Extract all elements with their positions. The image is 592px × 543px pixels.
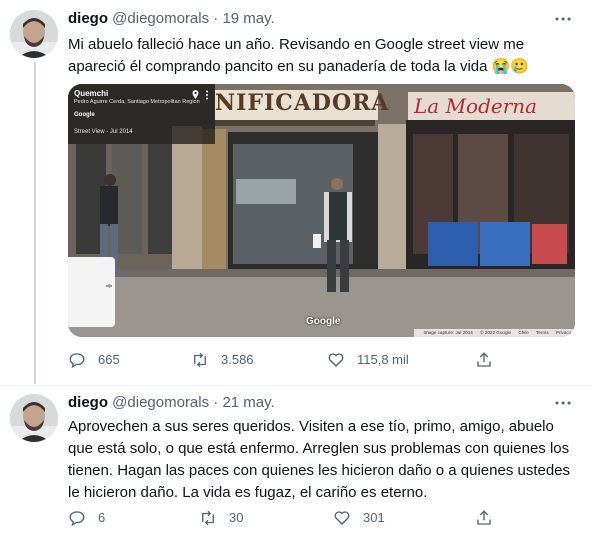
tweet-text: Mi abuelo falleció hace un año. Revisand… xyxy=(68,34,576,78)
retweet-button[interactable]: 3.586 xyxy=(191,350,254,370)
share-upload-icon xyxy=(477,352,491,367)
tweet-header: diego @diegomorals · 19 may. xyxy=(68,9,275,29)
location-pin-icon xyxy=(192,90,199,99)
retweet-button[interactable]: 30 xyxy=(199,508,243,528)
tweet[interactable]: diego @diegomorals · 19 may. Mi abuelo f… xyxy=(0,0,592,385)
more-dots-icon[interactable] xyxy=(554,394,572,412)
emoji-crying-smiling: 😭🥲 xyxy=(491,58,529,75)
credit-country: Chile xyxy=(518,330,529,335)
display-name[interactable]: diego xyxy=(68,10,108,27)
street-view-minimap: ◂ xyxy=(68,257,115,327)
comment-bubble-icon xyxy=(69,353,85,369)
retweet-arrows-icon xyxy=(202,510,214,526)
like-button[interactable]: 115,8 mil xyxy=(327,350,409,370)
heart-outline-icon xyxy=(334,511,350,525)
tweet-body: Mi abuelo falleció hace un año. Revisand… xyxy=(68,36,525,75)
like-count: 115,8 mil xyxy=(357,352,409,367)
tweet-text: Aprovechen a sus seres queridos. Visiten… xyxy=(68,418,571,501)
street-view-google-label: Google xyxy=(74,112,95,118)
map-credits-bar: Image capture: Jul 2014 © 2022 Google Ch… xyxy=(413,329,575,337)
credit-capture: Image capture: Jul 2014 xyxy=(423,330,473,335)
like-count: 301 xyxy=(363,510,385,525)
retweet-arrows-icon xyxy=(194,352,206,368)
user-handle[interactable]: @diegomorals xyxy=(112,10,209,27)
tweet[interactable]: diego @diegomorals · 21 may. Aprovechen … xyxy=(0,385,592,543)
reply-button[interactable]: 6 xyxy=(68,508,105,528)
reply-count: 6 xyxy=(98,510,106,525)
tweet-date[interactable]: 19 may. xyxy=(222,10,274,27)
separator-dot: · xyxy=(213,10,219,27)
bakery-sign: NIFICADORA xyxy=(215,90,390,116)
tweet-actions: 665 3.586 115,8 mil xyxy=(68,350,575,370)
credit-terms: Terms xyxy=(536,330,549,335)
credit-privacy: Privacy xyxy=(555,330,571,335)
tweet-header: diego @diegomorals · 21 may. xyxy=(68,393,275,413)
share-upload-icon xyxy=(477,510,491,525)
user-handle[interactable]: @diegomorals xyxy=(112,394,209,411)
avatar[interactable] xyxy=(10,394,58,442)
reply-count: 665 xyxy=(98,352,120,367)
more-dots-icon[interactable] xyxy=(554,10,572,28)
tweet-actions: 6 30 301 xyxy=(68,508,575,528)
tweet-photo[interactable]: NIFICADORA La Moderna Quemchi Pedro Agui… xyxy=(68,84,575,337)
reply-button[interactable]: 665 xyxy=(68,350,120,370)
avatar[interactable] xyxy=(10,10,58,58)
display-name[interactable]: diego xyxy=(68,394,108,411)
share-button[interactable] xyxy=(475,350,505,370)
shop-sign: La Moderna xyxy=(414,94,538,118)
street-view-place: Quemchi xyxy=(74,89,109,98)
street-view-address: Pedro Aguirre Cerda, Santiago Metropolit… xyxy=(74,99,200,105)
street-view-info-panel: Quemchi Pedro Aguirre Cerda, Santiago Me… xyxy=(68,84,215,144)
share-button[interactable] xyxy=(475,508,505,528)
more-vertical-icon xyxy=(206,90,208,100)
heart-outline-icon xyxy=(328,353,344,367)
tweet-date[interactable]: 21 may. xyxy=(222,394,274,411)
comment-bubble-icon xyxy=(69,511,85,527)
minimap-road xyxy=(106,285,112,287)
google-watermark: Google xyxy=(306,316,341,327)
retweet-count: 30 xyxy=(229,510,244,525)
separator-dot: · xyxy=(213,394,219,411)
like-button[interactable]: 301 xyxy=(333,508,385,528)
credit-copyright: © 2022 Google xyxy=(480,330,512,335)
street-view-capture-date: Street View - Jul 2014 xyxy=(74,129,133,135)
retweet-count: 3.586 xyxy=(221,352,254,367)
